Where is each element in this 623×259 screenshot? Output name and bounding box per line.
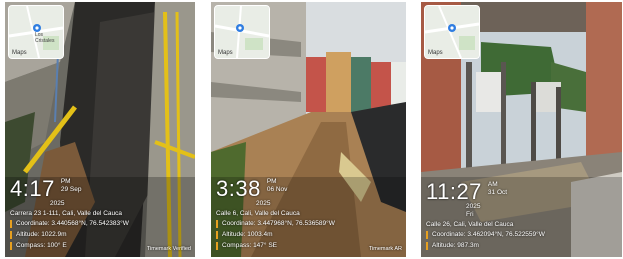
date: 29 Sep (60, 186, 82, 193)
altitude: Altitude: 1022.9m (16, 231, 67, 238)
maps-label: Maps (428, 50, 443, 56)
coordinate: Coordinate: 3.440568°N, 76.542383°W (16, 220, 129, 227)
address: Calle 26, Cali, Valle del Cauca (426, 221, 514, 228)
date: 06 Nov (266, 186, 288, 193)
coordinate: Coordinate: 3.447968°N, 76.536589°W (222, 220, 335, 227)
map-thumbnail[interactable]: Maps (424, 5, 480, 59)
address: Carrera 23 1-111, Cali, Valle del Cauca (10, 210, 123, 217)
maps-label: Maps (12, 50, 27, 56)
year: 2025 (50, 200, 65, 207)
address: Calle 6, Cali, Valle del Cauca (216, 210, 300, 217)
map-thumbnail[interactable]: Los Cristales Maps (8, 5, 64, 59)
photo-2: Maps 3:38 PM 06 Nov 2025 Calle 6, Cali, … (211, 2, 406, 257)
ampm: AM (487, 181, 498, 188)
altitude: Altitude: 1003.4m (222, 231, 273, 238)
date: 31 Oct (487, 189, 508, 196)
compass: Compass: 147° SE (222, 242, 277, 249)
time: 3:38 (216, 176, 261, 201)
map-place-name: Los Cristales (35, 32, 55, 44)
timestamp-overlay: 11:27 AM 31 Oct 2025 Fri Calle 26, Cali,… (426, 181, 545, 251)
time: 4:17 (10, 176, 55, 201)
brand-watermark: Timemark AR (368, 246, 402, 252)
photo-3: Maps 11:27 AM 31 Oct 2025 Fri Calle 26, … (421, 2, 622, 257)
timestamp-overlay: 3:38 PM 06 Nov 2025 Calle 6, Cali, Valle… (216, 178, 335, 251)
timestamp-overlay: 4:17 PM 29 Sep 2025 Carrera 23 1-111, Ca… (10, 178, 129, 251)
coordinate: Coordinate: 3.462094°N, 76.522559°W (432, 231, 545, 238)
compass: Compass: 100° E (16, 242, 67, 249)
ampm: PM (266, 178, 277, 185)
ampm: PM (60, 178, 71, 185)
photo-1: Los Cristales Maps 4:17 PM 29 Sep 2025 C… (5, 2, 195, 257)
maps-label: Maps (218, 50, 233, 56)
time: 11:27 (426, 179, 482, 204)
year: 2025 (256, 200, 271, 207)
map-thumbnail[interactable]: Maps (214, 5, 270, 59)
weekday: Fri (466, 211, 474, 218)
year: 2025 (466, 203, 481, 210)
altitude: Altitude: 987.3m (432, 242, 479, 249)
brand-watermark: Timemark Verified (146, 246, 191, 252)
